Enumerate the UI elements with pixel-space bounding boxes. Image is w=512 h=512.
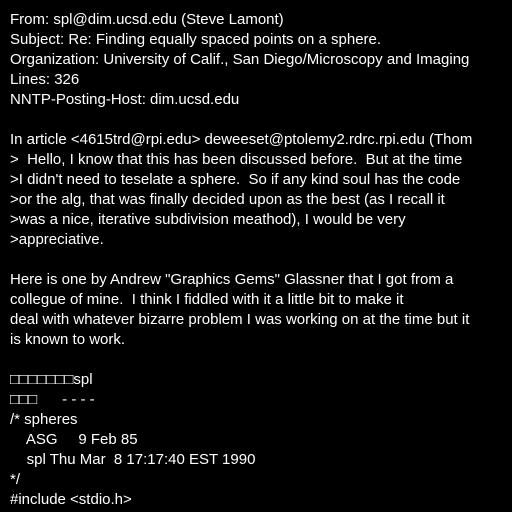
message-viewer: From: spl@dim.ucsd.edu (Steve Lamont) Su… xyxy=(0,0,512,512)
code-line: */ xyxy=(10,471,21,488)
garbled-line: □□□ - - - - xyxy=(10,391,95,408)
quoted-line: >or the alg, that was finally decided up… xyxy=(10,191,445,208)
quoted-line: > Hello, I know that this has been discu… xyxy=(10,151,463,168)
header-lines: Lines: 326 xyxy=(10,71,80,88)
quoted-line: >was a nice, iterative subdivision meath… xyxy=(10,211,406,228)
body-line: Here is one by Andrew "Graphics Gems" Gl… xyxy=(10,271,454,288)
body-line: deal with whatever bizarre problem I was… xyxy=(10,311,470,328)
code-line: spl Thu Mar 8 17:17:40 EST 1990 xyxy=(10,451,256,468)
attribution-line: In article <4615trd@rpi.edu> deweeset@pt… xyxy=(10,131,473,148)
header-from: From: spl@dim.ucsd.edu (Steve Lamont) xyxy=(10,11,284,28)
quoted-line: >I didn't need to teselate a sphere. So … xyxy=(10,171,461,188)
code-line: /* spheres xyxy=(10,411,78,428)
code-line: ASG 9 Feb 85 xyxy=(10,431,138,448)
body-line: is known to work. xyxy=(10,331,126,348)
body-line: collegue of mine. I think I fiddled with… xyxy=(10,291,404,308)
header-organization: Organization: University of Calif., San … xyxy=(10,51,470,68)
header-subject: Subject: Re: Finding equally spaced poin… xyxy=(10,31,382,48)
quoted-line: >appreciative. xyxy=(10,231,104,248)
header-posting-host: NNTP-Posting-Host: dim.ucsd.edu xyxy=(10,91,240,108)
code-line: #include <stdio.h> xyxy=(10,491,132,508)
garbled-line: □□□□□□□spl xyxy=(10,371,93,388)
